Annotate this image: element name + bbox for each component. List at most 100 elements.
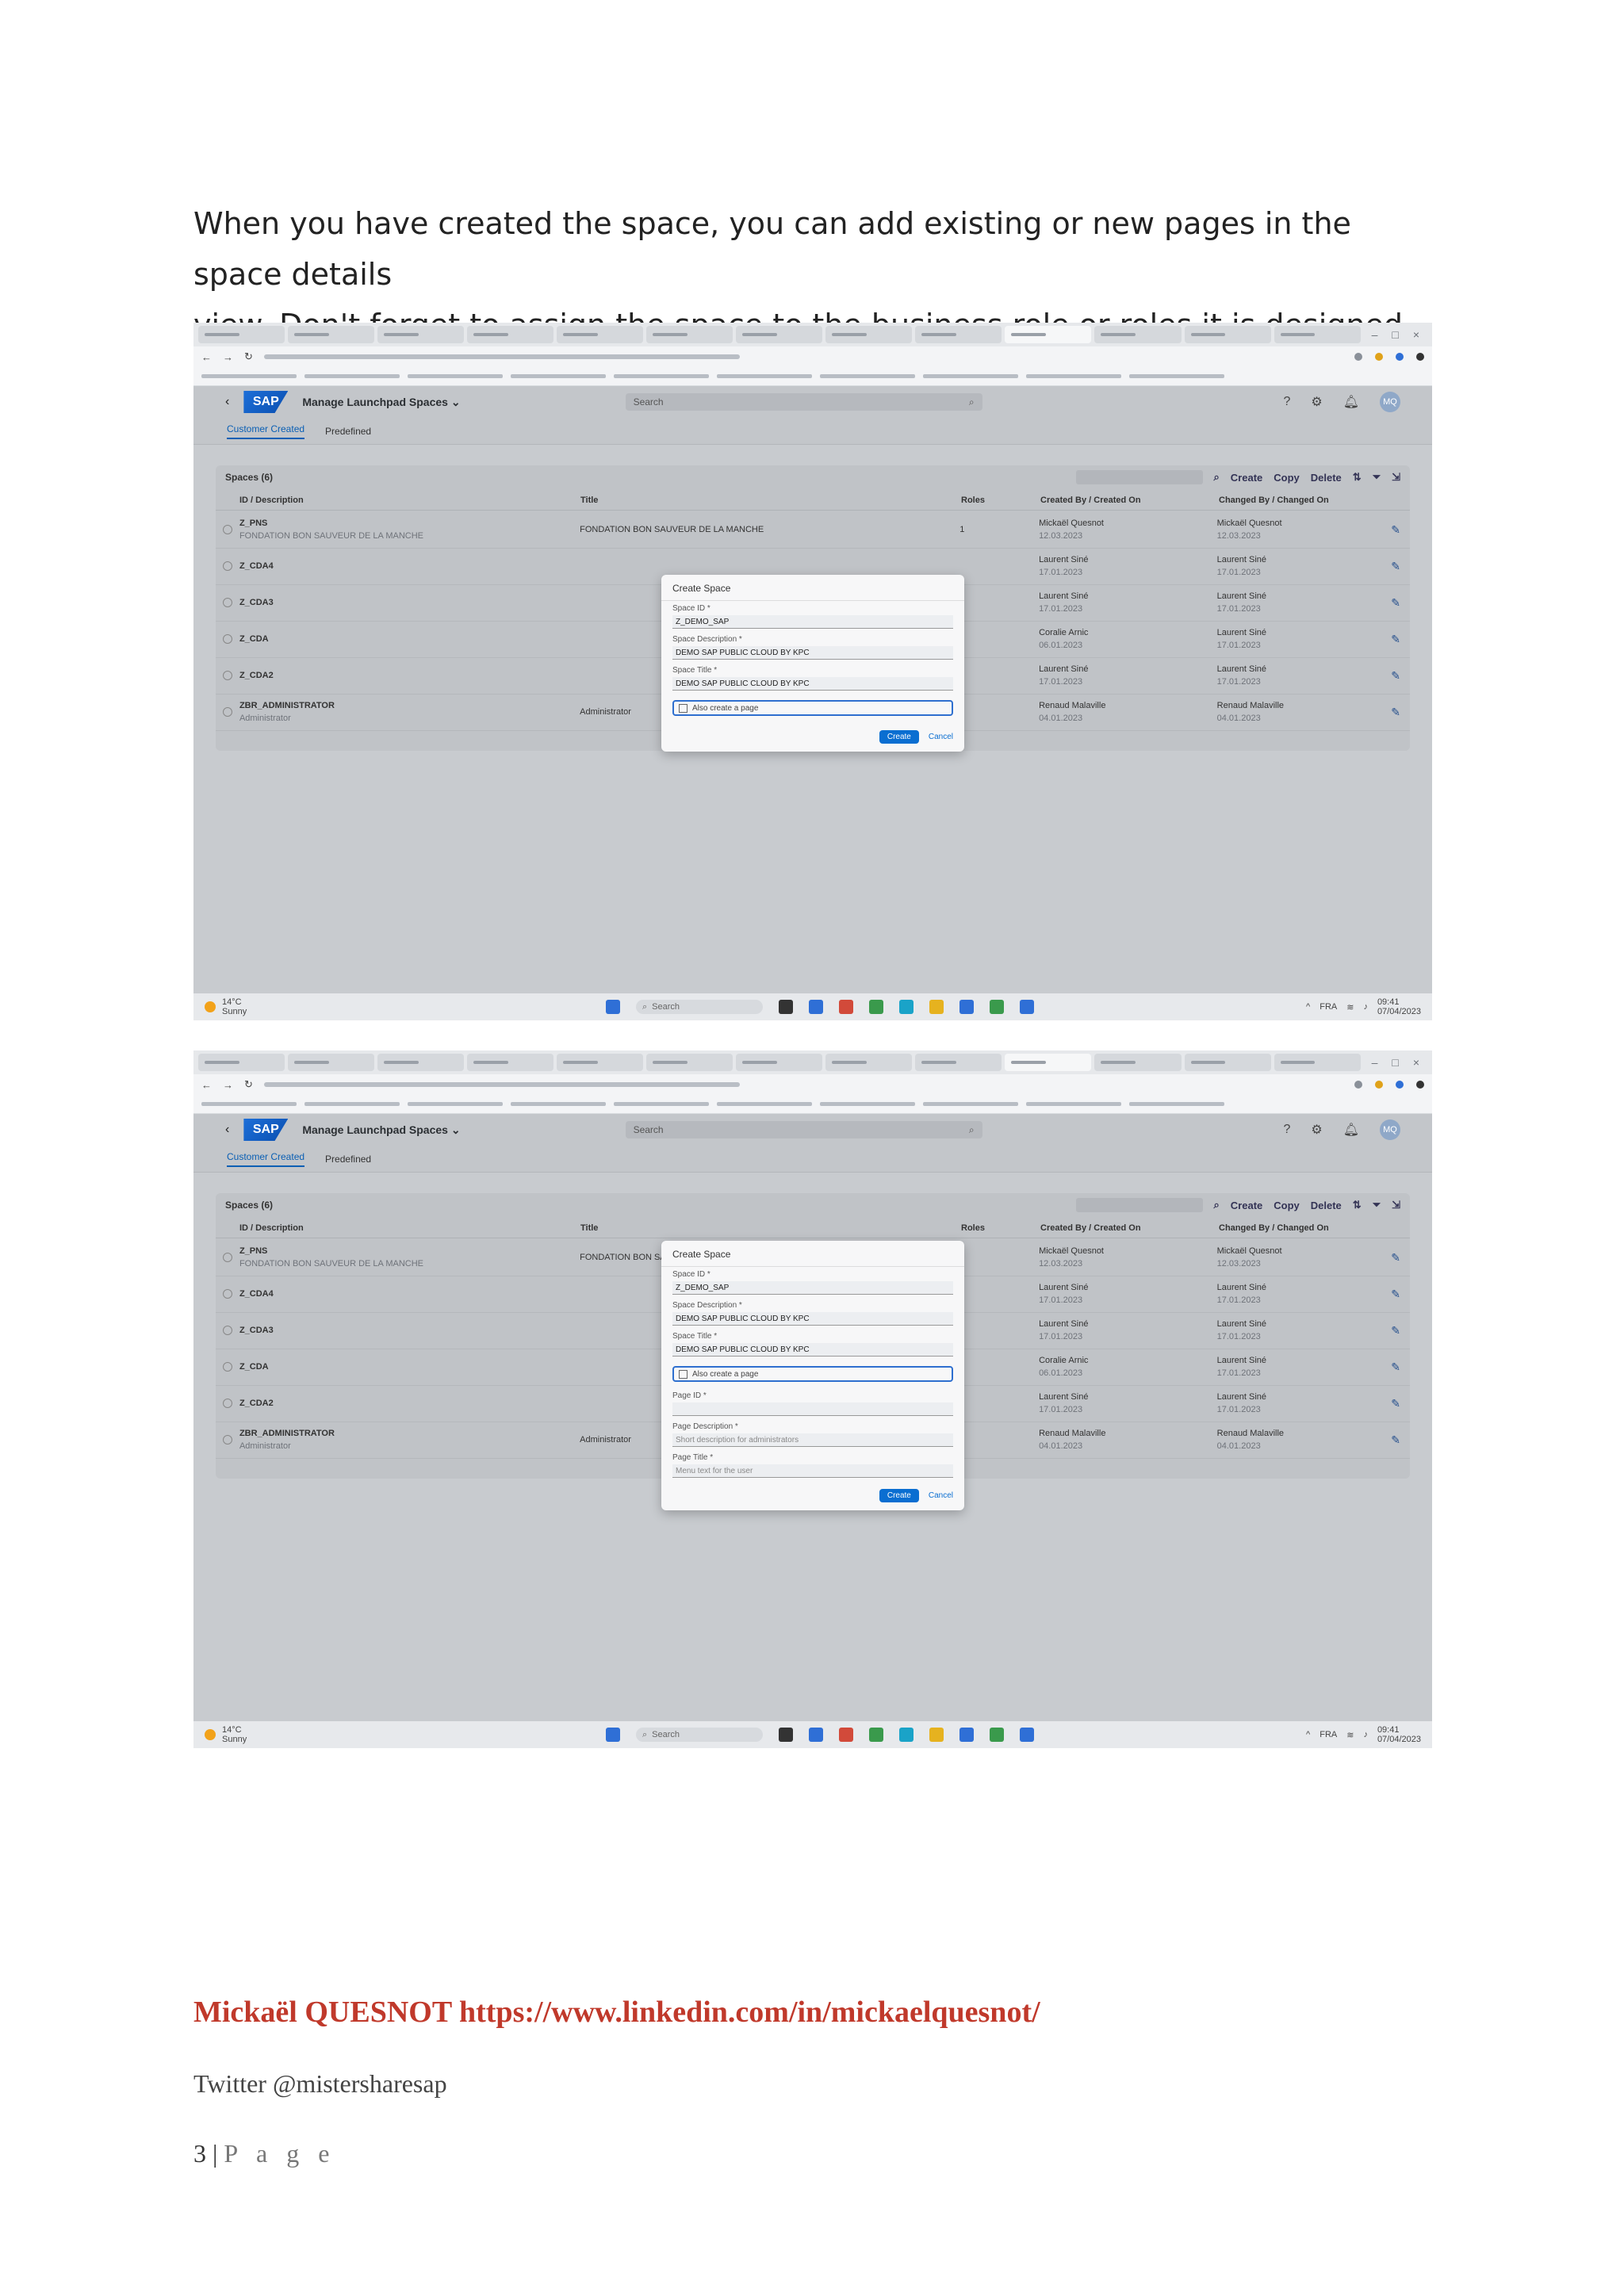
bookmark[interactable] xyxy=(511,374,606,378)
edge-icon[interactable] xyxy=(899,1728,914,1742)
edit-icon[interactable]: ✎ xyxy=(1391,1251,1410,1265)
copy-button[interactable]: Copy xyxy=(1274,472,1300,484)
app-icon[interactable] xyxy=(990,1000,1004,1014)
bookmark[interactable] xyxy=(1026,1102,1121,1106)
app-title[interactable]: Manage Launchpad Spaces ⌄ xyxy=(302,396,460,409)
col-changed[interactable]: Changed By / Changed On xyxy=(1219,1223,1393,1233)
bookmark[interactable] xyxy=(1129,1102,1224,1106)
delete-button[interactable]: Delete xyxy=(1311,472,1342,484)
space-title-input[interactable]: DEMO SAP PUBLIC CLOUD BY KPC xyxy=(672,677,953,691)
extension-icon[interactable] xyxy=(1396,353,1404,361)
maximize-icon[interactable]: □ xyxy=(1392,1056,1398,1069)
author-credit[interactable]: Mickaël QUESNOT https://www.linkedin.com… xyxy=(193,1995,1040,2030)
edit-icon[interactable]: ✎ xyxy=(1391,706,1410,719)
url-field[interactable] xyxy=(263,1082,740,1087)
avatar[interactable]: MQ xyxy=(1380,392,1400,412)
col-title[interactable]: Title xyxy=(580,1223,961,1233)
bookmark[interactable] xyxy=(717,374,812,378)
also-create-page-checkbox[interactable]: Also create a page xyxy=(672,700,953,716)
browser-tab[interactable] xyxy=(915,326,1002,343)
filter-icon[interactable]: ⏷ xyxy=(1373,1199,1381,1211)
create-button[interactable]: Create xyxy=(1231,472,1262,484)
avatar[interactable]: MQ xyxy=(1380,1119,1400,1140)
shell-search[interactable]: Search ⌕ xyxy=(625,1121,982,1138)
row-selector[interactable] xyxy=(222,707,232,717)
chrome-icon[interactable] xyxy=(839,1728,853,1742)
bookmark[interactable] xyxy=(201,1102,297,1106)
folder-icon[interactable] xyxy=(929,1000,944,1014)
filter-icon[interactable]: ⏷ xyxy=(1373,471,1381,484)
browser-tab[interactable] xyxy=(557,326,644,343)
tab-predefined[interactable]: Predefined xyxy=(325,426,371,437)
row-selector[interactable] xyxy=(222,1435,232,1445)
forward-icon[interactable]: → xyxy=(223,351,233,363)
bookmark[interactable] xyxy=(304,1102,400,1106)
browser-tab[interactable] xyxy=(377,326,465,343)
browser-tab[interactable] xyxy=(198,326,285,343)
browser-tab[interactable] xyxy=(1094,1054,1182,1071)
app-icon[interactable] xyxy=(809,1000,823,1014)
sap-logo[interactable]: SAP xyxy=(243,391,289,413)
minimize-icon[interactable]: – xyxy=(1372,328,1378,341)
weather-widget[interactable]: 14°C Sunny xyxy=(205,997,247,1016)
space-title-input[interactable]: DEMO SAP PUBLIC CLOUD BY KPC xyxy=(672,1343,953,1357)
page-description-input[interactable]: Short description for administrators xyxy=(672,1433,953,1447)
profile-icon[interactable] xyxy=(1416,1081,1424,1089)
col-title[interactable]: Title xyxy=(580,496,961,505)
word-icon[interactable] xyxy=(1020,1728,1034,1742)
col-created[interactable]: Created By / Created On xyxy=(1040,1223,1219,1233)
browser-tab[interactable] xyxy=(736,1054,823,1071)
copy-button[interactable]: Copy xyxy=(1274,1200,1300,1211)
col-changed[interactable]: Changed By / Changed On xyxy=(1219,496,1393,505)
app-icon[interactable] xyxy=(959,1728,974,1742)
tab-customer-created[interactable]: Customer Created xyxy=(227,423,305,439)
app-icon[interactable] xyxy=(990,1728,1004,1742)
back-icon[interactable]: ‹ xyxy=(225,395,229,409)
search-icon[interactable]: ⌕ xyxy=(969,1124,975,1136)
browser-tab[interactable] xyxy=(736,326,823,343)
browser-tab[interactable] xyxy=(1184,326,1271,343)
browser-tab[interactable] xyxy=(1094,326,1182,343)
edit-icon[interactable]: ✎ xyxy=(1391,1324,1410,1337)
col-roles[interactable]: Roles xyxy=(961,496,1040,505)
maximize-icon[interactable]: □ xyxy=(1392,328,1398,341)
profile-icon[interactable] xyxy=(1416,353,1424,361)
extension-icon[interactable] xyxy=(1375,1081,1383,1089)
wifi-icon[interactable]: ≋ xyxy=(1346,1002,1354,1012)
bookmark[interactable] xyxy=(201,374,297,378)
bookmark[interactable] xyxy=(923,374,1018,378)
browser-tab[interactable] xyxy=(288,1054,375,1071)
row-selector[interactable] xyxy=(222,671,232,680)
table-search-input[interactable] xyxy=(1075,1198,1203,1212)
extension-icon[interactable] xyxy=(1396,1081,1404,1089)
lang-indicator[interactable]: FRA xyxy=(1320,1002,1337,1012)
row-selector[interactable] xyxy=(222,598,232,607)
search-icon[interactable]: ⌕ xyxy=(1214,1199,1220,1211)
sap-logo[interactable]: SAP xyxy=(243,1119,289,1141)
bookmark[interactable] xyxy=(511,1102,606,1106)
table-search-input[interactable] xyxy=(1075,470,1203,484)
space-description-input[interactable]: DEMO SAP PUBLIC CLOUD BY KPC xyxy=(672,1312,953,1326)
back-icon[interactable]: ‹ xyxy=(225,1123,229,1137)
cancel-button[interactable]: Cancel xyxy=(929,733,953,741)
edit-icon[interactable]: ✎ xyxy=(1391,523,1410,537)
page-id-input[interactable] xyxy=(672,1402,953,1416)
col-id[interactable]: ID / Description xyxy=(239,496,580,505)
help-icon[interactable]: ? xyxy=(1283,395,1290,409)
browser-tab-active[interactable] xyxy=(1005,1054,1092,1071)
notification-icon[interactable]: 🔔︎ xyxy=(1343,394,1359,410)
app-icon[interactable] xyxy=(779,1000,793,1014)
app-icon[interactable] xyxy=(809,1728,823,1742)
volume-icon[interactable]: ♪ xyxy=(1363,1002,1368,1012)
shell-search[interactable]: Search ⌕ xyxy=(625,393,982,411)
taskbar-search[interactable]: ⌕ Search xyxy=(636,1728,763,1742)
row-selector[interactable] xyxy=(222,1399,232,1408)
clock[interactable]: 09:41 07/04/2023 xyxy=(1377,1725,1421,1744)
create-button[interactable]: Create xyxy=(879,730,919,744)
bookmark[interactable] xyxy=(614,374,709,378)
col-id[interactable]: ID / Description xyxy=(239,1223,580,1233)
bookmark[interactable] xyxy=(1026,374,1121,378)
app-title[interactable]: Manage Launchpad Spaces ⌄ xyxy=(302,1123,460,1137)
help-icon[interactable]: ? xyxy=(1283,1123,1290,1137)
export-icon[interactable]: ⇲ xyxy=(1392,1199,1400,1211)
